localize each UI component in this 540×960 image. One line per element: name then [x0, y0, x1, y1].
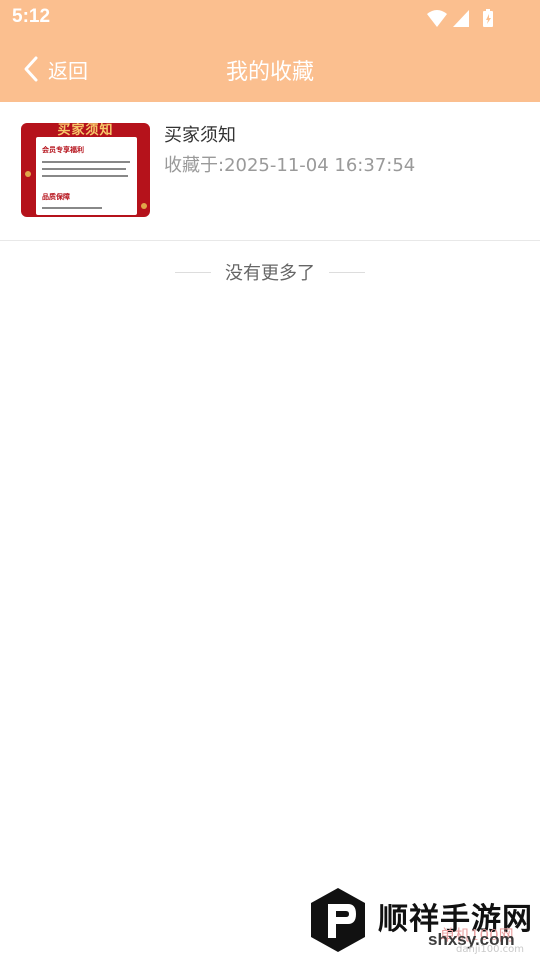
- status-bar: 5:12: [0, 0, 540, 36]
- thumbnail-text-line: [42, 207, 102, 209]
- thumbnail-ornament: [141, 203, 147, 209]
- watermark-url-secondary: danji100.com: [456, 944, 524, 955]
- list-end-text: 没有更多了: [225, 263, 315, 284]
- status-time: 5:12: [12, 6, 51, 27]
- thumbnail-heading: 品质保障: [42, 193, 70, 201]
- favorite-thumbnail: 买家须知 会员专享福利 品质保障: [21, 123, 150, 217]
- divider-line: [175, 271, 211, 273]
- list-end-indicator: 没有更多了: [0, 258, 540, 286]
- wifi-icon: [427, 10, 447, 27]
- thumbnail-text-line: [42, 161, 130, 163]
- app-bar: 返回 我的收藏: [0, 36, 540, 102]
- signal-icon: [453, 10, 469, 27]
- status-icons: [427, 9, 493, 27]
- thumbnail-heading: 会员专享福利: [42, 146, 84, 154]
- page-title: 我的收藏: [225, 60, 314, 85]
- thumbnail-banner: 买家须知: [57, 123, 114, 138]
- watermark-logo-icon: [311, 888, 365, 952]
- watermark: 顺祥手游网 单机100网 shxsy.com danji100.com: [306, 884, 540, 960]
- battery-icon: [483, 9, 493, 27]
- thumbnail-ornament: [25, 171, 31, 177]
- thumbnail-card: 会员专享福利 品质保障: [36, 137, 137, 215]
- thumbnail-text-line: [42, 168, 126, 170]
- divider-line: [329, 271, 365, 273]
- favorite-title: 买家须知: [164, 125, 236, 146]
- favorite-list-item[interactable]: 买家须知 会员专享福利 品质保障 买家须知 收藏于:2025-11-04 16:…: [0, 102, 540, 241]
- favorite-saved-time: 收藏于:2025-11-04 16:37:54: [164, 155, 416, 176]
- thumbnail-text-line: [42, 175, 128, 177]
